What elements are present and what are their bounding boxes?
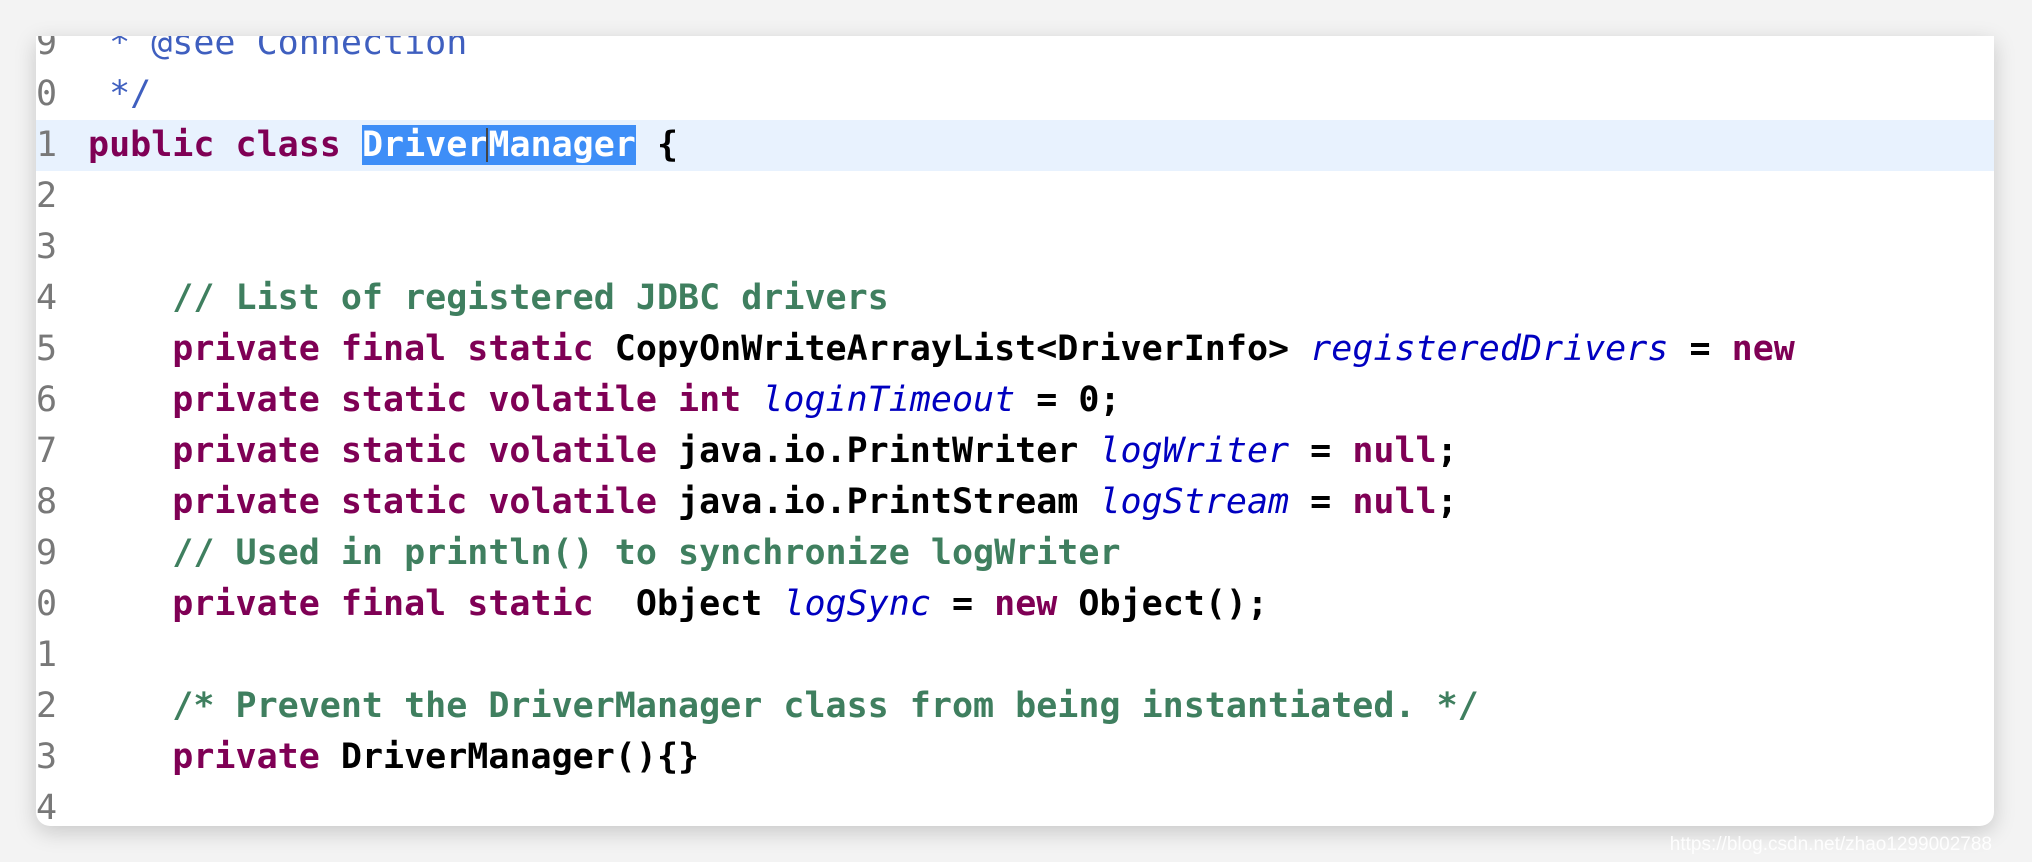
code-token: DriverManager(){} <box>340 737 700 777</box>
code-line[interactable]: 1 <box>36 630 1994 681</box>
code-line[interactable]: 5 private final static CopyOnWriteArrayL… <box>36 324 1994 375</box>
code-token: = <box>1289 482 1353 522</box>
code-token: = <box>930 584 995 624</box>
code-line[interactable]: 6 private static volatile int loginTimeo… <box>36 375 1994 426</box>
code-token: ; <box>1436 431 1458 471</box>
code-token: Object <box>635 584 784 624</box>
code-text: // List of registered JDBC drivers <box>88 273 889 324</box>
code-token: logStream <box>1099 482 1290 522</box>
code-token: public class <box>88 125 362 165</box>
code-text: // Used in println() to synchronize logW… <box>88 528 1121 579</box>
code-line[interactable]: 3 private DriverManager(){} <box>36 732 1994 783</box>
code-token: ; <box>1436 482 1458 522</box>
code-token: private final static <box>88 329 615 369</box>
code-line[interactable]: 8 private static volatile java.io.PrintS… <box>36 477 1994 528</box>
code-line[interactable]: 4 // List of registered JDBC drivers <box>36 273 1994 324</box>
code-line[interactable]: 3 <box>36 222 1994 273</box>
code-token: CopyOnWriteArrayList<DriverInfo> <box>614 329 1311 369</box>
code-text: private static volatile java.io.PrintStr… <box>88 477 1458 528</box>
line-number: 8 <box>36 482 58 522</box>
code-token: new <box>994 584 1079 624</box>
line-number: 9 <box>36 533 58 573</box>
watermark: https://blog.csdn.net/zhao1299002788 <box>1669 834 1992 855</box>
code-line[interactable]: 4 <box>36 783 1994 826</box>
code-token: Connection <box>256 36 468 63</box>
line-number: 3 <box>36 227 58 267</box>
code-token: java.io.PrintStream <box>678 482 1100 522</box>
line-number: 4 <box>36 788 58 826</box>
code-text: * @see Connection <box>88 36 467 69</box>
code-token: private <box>88 737 341 777</box>
code-line[interactable]: 9 * @see Connection <box>36 36 1994 69</box>
code-text: private static volatile int loginTimeout… <box>88 375 1121 426</box>
code-token: logWriter <box>1099 431 1290 471</box>
line-number: 2 <box>36 176 58 216</box>
code-line[interactable]: 2 /* Prevent the DriverManager class fro… <box>36 681 1994 732</box>
code-token: = <box>1668 329 1732 369</box>
code-token: { <box>635 125 679 165</box>
code-token: null <box>1352 482 1437 522</box>
line-number: 0 <box>36 74 58 114</box>
line-number: 7 <box>36 431 58 471</box>
code-token: private static volatile <box>88 431 679 471</box>
line-number: 3 <box>36 737 58 777</box>
code-line[interactable]: 0 */ <box>36 69 1994 120</box>
code-line[interactable]: 9 // Used in println() to synchronize lo… <box>36 528 1994 579</box>
code-text: */ <box>88 69 151 120</box>
code-token: // Used in println() to synchronize logW… <box>88 533 1121 573</box>
code-line[interactable]: 2 <box>36 171 1994 222</box>
code-text: private static volatile java.io.PrintWri… <box>88 426 1458 477</box>
code-token: private static volatile int <box>88 380 763 420</box>
code-token: new <box>1731 329 1795 369</box>
code-token: private static volatile <box>88 482 679 522</box>
code-token: = 0; <box>1015 380 1121 420</box>
code-line[interactable]: 7 private static volatile java.io.PrintW… <box>36 426 1994 477</box>
code-token: * @see <box>88 36 257 63</box>
code-token: = <box>1289 431 1353 471</box>
line-number: 6 <box>36 380 58 420</box>
line-number: 2 <box>36 686 58 726</box>
code-token: java.io.PrintWriter <box>678 431 1100 471</box>
code-token: */ <box>88 74 152 114</box>
line-number: 1 <box>36 125 58 165</box>
text-cursor <box>486 128 488 162</box>
selected-text: DriverManager <box>361 125 636 165</box>
code-line[interactable]: 0 private final static Object logSync = … <box>36 579 1994 630</box>
code-token: loginTimeout <box>762 380 1016 420</box>
code-token: /* Prevent the DriverManager class from … <box>88 686 1479 726</box>
code-token: private final static <box>88 584 636 624</box>
code-text: private DriverManager(){} <box>88 732 699 783</box>
code-text: public class DriverManager { <box>88 120 678 171</box>
code-token: null <box>1352 431 1437 471</box>
code-line[interactable]: 1 public class DriverManager { <box>36 120 1994 171</box>
code-token: registeredDrivers <box>1310 329 1669 369</box>
line-number: 5 <box>36 329 58 369</box>
code-token: // List of registered JDBC drivers <box>88 278 889 318</box>
code-text: private final static CopyOnWriteArrayLis… <box>88 324 1795 375</box>
code-token: Object(); <box>1078 584 1269 624</box>
code-token: logSync <box>783 584 931 624</box>
line-number: 4 <box>36 278 58 318</box>
code-text: /* Prevent the DriverManager class from … <box>88 681 1479 732</box>
line-number: 0 <box>36 584 58 624</box>
line-number: 9 <box>36 36 58 63</box>
line-number: 1 <box>36 635 58 675</box>
code-text: private final static Object logSync = ne… <box>88 579 1268 630</box>
code-editor[interactable]: 9 * @see Connection 0 */1 public class Dri… <box>36 36 1994 826</box>
